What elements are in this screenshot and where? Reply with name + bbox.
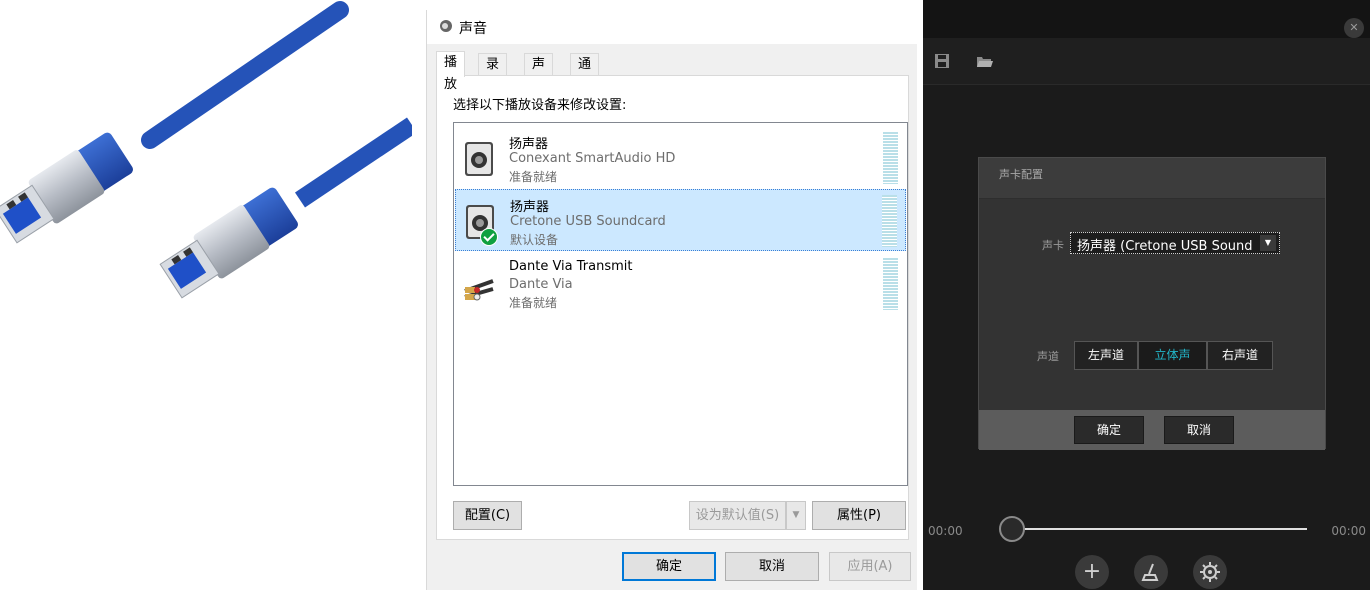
speaker-small-icon	[440, 20, 452, 32]
plus-icon[interactable]: +	[1075, 555, 1109, 589]
channel-left-button[interactable]: 左声道	[1074, 341, 1138, 370]
app-topbar	[923, 0, 1370, 38]
soundcard-label: 声卡	[1042, 239, 1064, 252]
speaker-icon	[465, 142, 493, 176]
gear-icon[interactable]	[1193, 555, 1227, 589]
usb-cable-image	[0, 1, 412, 299]
device-name: 扬声器	[509, 137, 549, 152]
ok-button[interactable]: 确定	[1074, 416, 1144, 444]
folder-open-icon[interactable]	[977, 54, 993, 68]
device-status: 准备就绪	[509, 170, 558, 184]
soundcard-config-dialog: 声卡配置 声卡 扬声器 (Cretone USB Sound ▼ 声道 左声道 …	[978, 157, 1326, 450]
tab-communications[interactable]: 通信	[570, 53, 600, 94]
rca-cable-icon	[464, 279, 494, 301]
soundcard-value: 扬声器 (Cretone USB Sound	[1077, 239, 1253, 254]
audio-app-window: ✕ 声卡配置 声卡 扬声器 (Cretone USB Sound ▼ 声道 左声…	[923, 0, 1370, 590]
tab-sounds[interactable]: 声音	[524, 53, 554, 94]
progress-track[interactable]	[1015, 528, 1307, 530]
properties-button[interactable]: 属性(P)	[812, 501, 906, 530]
dialog-title: 声卡配置	[979, 158, 1325, 199]
level-meter	[882, 195, 897, 247]
device-item-dante[interactable]: Dante Via Transmit Dante Via 准备就绪	[455, 253, 906, 315]
chevron-down-icon: ▼	[1260, 235, 1276, 251]
chevron-down-icon: ▼	[792, 510, 800, 520]
instruction-text: 选择以下播放设备来修改设置:	[453, 98, 627, 113]
dialog-titlebar[interactable]: 声音	[427, 10, 917, 44]
sound-dialog: 声音 播放 录制 声音 通信 选择以下播放设备来修改设置: 扬声器 Conexa…	[426, 10, 917, 590]
cancel-button[interactable]: 取消	[1164, 416, 1234, 444]
device-name: Dante Via Transmit	[509, 259, 633, 274]
channel-stereo-button[interactable]: 立体声	[1138, 341, 1207, 370]
progress-knob[interactable]	[999, 516, 1025, 542]
tab-playback[interactable]: 播放	[436, 51, 466, 92]
device-description: Dante Via	[509, 277, 573, 292]
default-check-icon	[480, 228, 498, 246]
device-item-conexant[interactable]: 扬声器 Conexant SmartAudio HD 准备就绪	[455, 127, 906, 189]
device-status: 默认设备	[510, 233, 559, 247]
device-status: 准备就绪	[509, 296, 558, 310]
ok-button[interactable]: 确定	[622, 552, 716, 581]
device-name: 扬声器	[510, 200, 550, 215]
cancel-button[interactable]: 取消	[725, 552, 819, 581]
close-icon[interactable]: ✕	[1344, 18, 1364, 38]
device-description: Cretone USB Soundcard	[510, 214, 666, 229]
set-default-button[interactable]: 设为默认值(S)	[689, 501, 786, 530]
apply-button[interactable]: 应用(A)	[829, 552, 911, 581]
broom-glyph	[1141, 563, 1159, 581]
time-start: 00:00	[928, 524, 963, 538]
usb-cable-photo	[0, 0, 412, 305]
tab-recording[interactable]: 录制	[478, 53, 508, 94]
save-icon[interactable]	[935, 54, 951, 68]
dialog-title: 声音	[459, 21, 487, 37]
level-meter	[883, 258, 898, 310]
channel-right-button[interactable]: 右声道	[1207, 341, 1273, 370]
device-description: Conexant SmartAudio HD	[509, 151, 676, 166]
set-default-dropdown[interactable]: ▼	[786, 501, 806, 530]
dialog-title-text: 声卡配置	[999, 168, 1043, 181]
soundcard-select[interactable]: 扬声器 (Cretone USB Sound ▼	[1070, 232, 1280, 254]
device-item-cretone[interactable]: 扬声器 Cretone USB Soundcard 默认设备	[455, 189, 906, 251]
gear-glyph	[1200, 562, 1220, 582]
channel-label: 声道	[1037, 350, 1059, 363]
level-meter	[883, 132, 898, 184]
configure-button[interactable]: 配置(C)	[453, 501, 522, 530]
broom-icon[interactable]	[1134, 555, 1168, 589]
time-end: 00:00	[1331, 524, 1366, 538]
dialog-footer	[979, 410, 1325, 450]
playback-panel: 选择以下播放设备来修改设置: 扬声器 Conexant SmartAudio H…	[436, 75, 909, 540]
device-list[interactable]: 扬声器 Conexant SmartAudio HD 准备就绪 扬声器 Cret…	[453, 122, 908, 486]
